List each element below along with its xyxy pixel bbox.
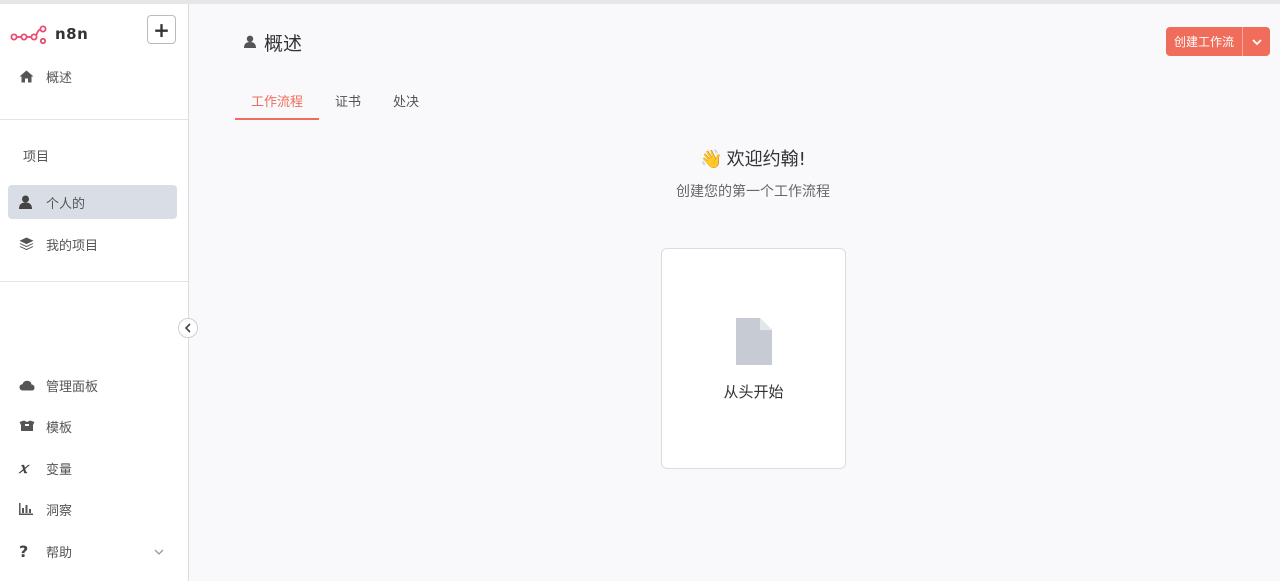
sidebar-item-label: 帮助 [46, 545, 73, 561]
tab-executions[interactable]: 处决 [377, 90, 435, 120]
page-title: 概述 [244, 29, 302, 56]
sidebar-item-label: 概述 [46, 70, 73, 86]
chevron-down-icon[interactable] [1243, 27, 1270, 56]
create-workflow-label[interactable]: 创建工作流 [1166, 27, 1243, 56]
n8n-logo-icon [10, 23, 48, 45]
main-content: 概述 创建工作流 工作流程 证书 处决 👋 欢迎约翰! 创建您的第一个工作流程 从… [189, 4, 1280, 581]
projects-section-title: 项目 [23, 150, 50, 165]
variable-icon: 𝑥 [19, 459, 28, 477]
collapse-sidebar-button[interactable] [178, 318, 198, 338]
sidebar-item-templates[interactable]: 模板 [8, 409, 177, 443]
sidebar-item-variables[interactable]: 𝑥 变量 [8, 451, 177, 485]
user-icon [19, 195, 37, 209]
tab-workflows[interactable]: 工作流程 [235, 90, 320, 120]
sidebar-item-insights[interactable]: 洞察 [8, 492, 177, 526]
start-from-scratch-label: 从头开始 [723, 383, 784, 401]
user-icon [244, 33, 256, 52]
sidebar-item-label: 管理面板 [46, 379, 99, 395]
waving-hand-icon: 👋 [700, 149, 723, 170]
divider [0, 281, 188, 282]
sidebar-item-help[interactable]: ? 帮助 [8, 534, 177, 568]
welcome-text: 欢迎约翰! [726, 149, 806, 170]
sidebar-item-label: 洞察 [46, 503, 73, 519]
divider [0, 119, 188, 120]
create-workflow-button[interactable]: 创建工作流 [1166, 27, 1270, 56]
cloud-icon [19, 380, 37, 391]
chevron-left-icon [184, 323, 191, 333]
sidebar-item-personal[interactable]: 个人的 [8, 185, 177, 219]
app-name: n8n [55, 25, 89, 43]
add-button[interactable]: + [147, 15, 176, 44]
page-title-text: 概述 [264, 33, 303, 55]
question-icon: ? [19, 541, 29, 561]
welcome-heading: 👋 欢迎约翰! [189, 145, 1280, 171]
chart-icon [19, 503, 37, 515]
sidebar-item-label: 变量 [46, 462, 73, 478]
chevron-down-icon [154, 544, 164, 558]
sidebar-item-my-projects[interactable]: 我的项目 [8, 227, 177, 261]
start-from-scratch-card[interactable]: 从头开始 [661, 248, 846, 469]
sidebar-item-label: 模板 [46, 420, 73, 436]
sidebar-item-overview[interactable]: 概述 [8, 59, 177, 93]
tab-credentials[interactable]: 证书 [319, 90, 377, 120]
sidebar-item-admin-panel[interactable]: 管理面板 [8, 368, 177, 402]
box-icon [19, 420, 37, 432]
sidebar: n8n + 概述 项目 个人的 我的项目 管理面板 模板 𝑥 变量 洞察 ? 帮… [0, 4, 189, 581]
file-icon [736, 318, 772, 369]
home-icon [19, 70, 37, 83]
tabs: 工作流程 证书 处决 [235, 90, 435, 120]
layers-icon [19, 237, 37, 251]
sidebar-item-label: 我的项目 [46, 238, 99, 254]
welcome-subtitle: 创建您的第一个工作流程 [676, 184, 830, 200]
sidebar-item-label: 个人的 [46, 196, 86, 212]
